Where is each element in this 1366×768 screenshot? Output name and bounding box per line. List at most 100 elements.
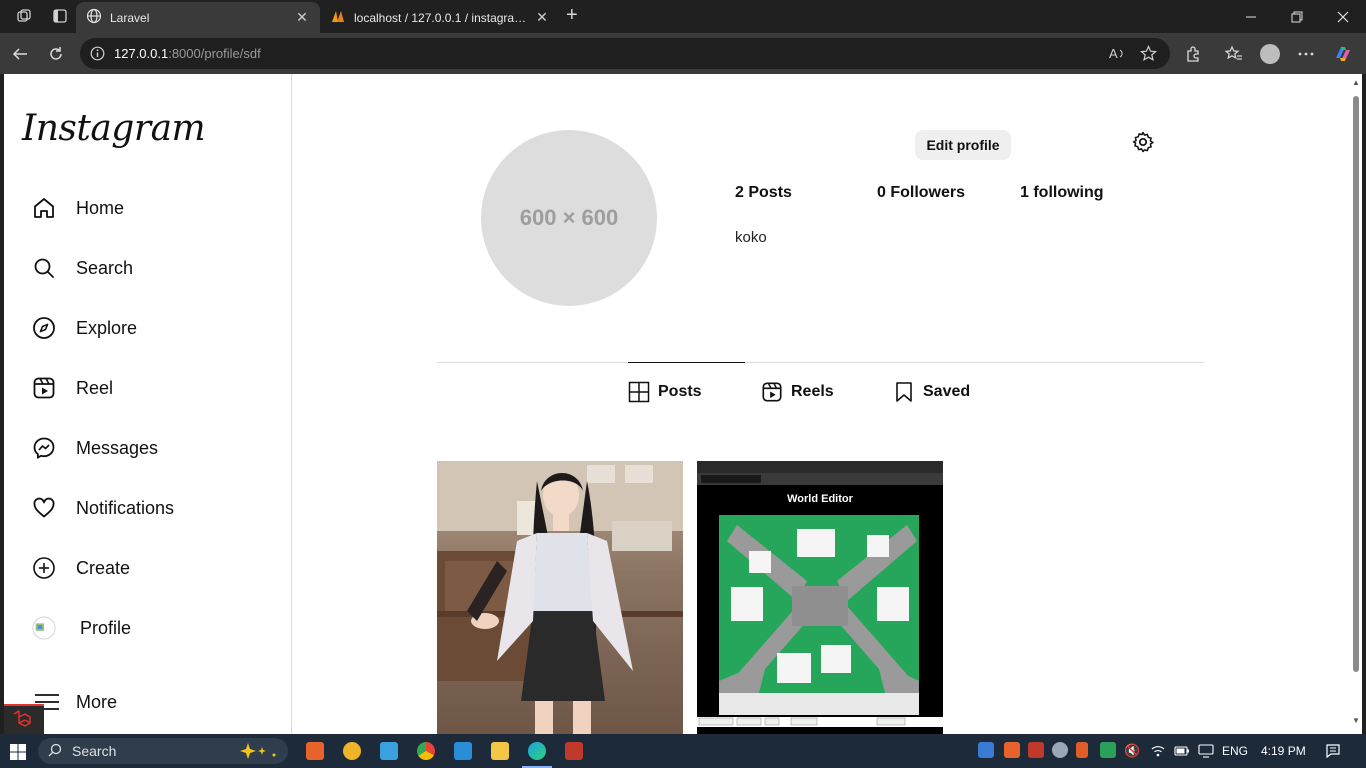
globe-icon [86,8,102,27]
instagram-logo[interactable]: Instagram [22,108,206,149]
restore-icon[interactable] [1274,0,1320,33]
more-options-icon[interactable] [1294,42,1318,66]
sidebar-item-notifications[interactable]: Notifications [32,492,174,524]
extensions-icon[interactable] [1181,42,1205,66]
remote-desktop-icon[interactable] [380,742,398,760]
tab-saved[interactable]: Saved [893,380,970,404]
followers-count[interactable]: 0 Followers [877,184,965,202]
profile-avatar-icon[interactable] [1258,42,1282,66]
volume-muted-icon[interactable]: 🔇 [1124,743,1140,759]
new-tab-icon[interactable]: + [566,5,578,25]
sidebar-item-messages[interactable]: Messages [32,432,158,464]
read-aloud-icon[interactable]: A [1108,45,1125,67]
workspaces-icon[interactable] [12,5,36,27]
post-photo-image [437,461,683,734]
sidebar-item-more[interactable]: More [32,686,117,718]
bookmark-icon [893,381,915,403]
scroll-up-icon[interactable]: ▲ [1352,78,1360,87]
tray-app-icon[interactable] [978,742,994,758]
search-icon [32,256,56,280]
tab-reels[interactable]: Reels [761,380,834,404]
sidebar-item-home[interactable]: Home [32,192,124,224]
copilot-icon[interactable] [1331,42,1355,66]
display-icon[interactable] [1198,744,1214,763]
close-tab-icon[interactable]: ✕ [534,9,550,26]
sidebar-item-reel[interactable]: Reel [32,372,113,404]
language-indicator[interactable]: ENG [1222,744,1248,758]
postman-icon[interactable] [565,742,583,760]
messenger-icon [32,436,56,460]
minimize-icon[interactable] [1228,0,1274,33]
tab-phpmyadmin[interactable]: localhost / 127.0.0.1 / instagram_c ✕ [320,2,560,33]
tab-label: Saved [923,383,971,400]
reload-icon[interactable] [44,42,68,66]
tab-title: localhost / 127.0.0.1 / instagram_c [354,10,534,25]
page-scrollbar[interactable]: ▲ ▼ [1350,74,1362,734]
tab-actions-icon[interactable] [48,5,72,27]
scroll-down-icon[interactable]: ▼ [1352,716,1360,725]
file-app-icon[interactable] [343,742,361,760]
onedrive-icon[interactable] [1052,742,1068,758]
sidebar-item-explore[interactable]: Explore [32,312,137,344]
sidebar-item-profile[interactable]: Profile [32,612,131,644]
tray-sound-app-icon[interactable] [1076,742,1088,758]
following-count[interactable]: 1 following [1020,184,1104,202]
svg-text:A: A [1109,46,1118,61]
tab-label: Reels [791,383,834,400]
compass-icon [32,316,56,340]
post-thumbnail-screenshot[interactable]: World Editor [697,461,943,734]
phpmyadmin-icon [330,8,346,27]
taskbar-search-label: Search [72,743,117,759]
info-icon[interactable] [90,46,105,66]
tab-posts[interactable]: Posts [628,380,702,404]
avatar [32,616,56,640]
battery-icon[interactable] [1174,744,1190,763]
url-path: :8000/profile/sdf [168,46,261,61]
close-window-icon[interactable] [1320,0,1366,33]
post-thumbnail-photo[interactable] [437,461,683,734]
sidebar-item-label: More [76,691,118,712]
clock[interactable]: 4:19 PM [1261,744,1306,758]
home-icon [32,196,56,220]
favorites-icon[interactable] [1222,42,1246,66]
back-icon[interactable] [8,42,32,66]
file-explorer-icon[interactable] [491,742,509,760]
windows-taskbar: Search 🔇 ENG 4:19 PM [0,734,1366,768]
taskbar-search[interactable]: Search [38,738,288,764]
wifi-icon[interactable] [1150,743,1166,764]
tab-laravel[interactable]: Laravel ✕ [76,2,320,33]
address-bar[interactable]: 127.0.0.1:8000/profile/sdf A [80,38,1170,69]
sidebar-item-create[interactable]: Create [32,552,130,584]
edit-profile-button[interactable]: Edit profile [915,130,1011,160]
favorite-star-icon[interactable] [1139,45,1158,67]
vscode-icon[interactable] [454,742,472,760]
close-tab-icon[interactable]: ✕ [294,9,310,26]
profile-picture[interactable]: 600 × 600 [481,130,657,306]
sidebar-item-label: Notifications [76,497,175,518]
tab-label: Posts [658,383,702,400]
url-host: 127.0.0.1 [114,46,169,61]
web-page: Instagram Home Search Explore Reel Messa… [4,74,1350,734]
tab-title: Laravel [110,10,150,25]
sidebar-item-label: Search [76,257,134,278]
tray-postman-icon[interactable] [1028,742,1044,758]
laravel-debugbar-icon[interactable] [4,704,44,734]
xampp-icon[interactable] [306,742,324,760]
browser-tab-strip: Laravel ✕ localhost / 127.0.0.1 / instag… [0,0,1366,33]
sidebar-item-label: Profile [80,617,132,638]
defender-icon[interactable] [1100,742,1116,758]
sidebar-item-label: Create [76,557,131,578]
profile-bio: koko [735,229,767,246]
tray-xampp-icon[interactable] [1004,742,1020,758]
chrome-icon[interactable] [417,742,435,760]
sidebar-item-label: Reel [76,377,114,398]
edge-icon[interactable] [528,742,546,760]
reel-icon [761,381,783,403]
tabs-divider [437,362,1204,363]
sidebar-item-search[interactable]: Search [32,252,133,284]
scrollbar-thumb[interactable] [1353,96,1359,672]
gear-icon[interactable] [1131,130,1155,154]
notification-center-icon[interactable] [1325,743,1341,764]
sidebar-item-label: Explore [76,317,138,338]
windows-start-icon[interactable] [10,744,26,765]
